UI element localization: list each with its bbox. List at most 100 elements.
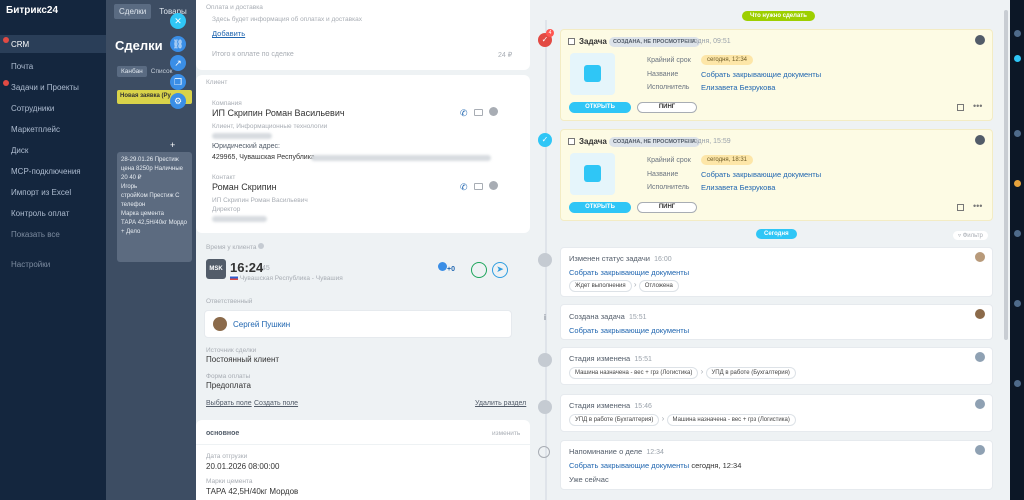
deadline-value[interactable]: сегодня, 12:34 — [701, 55, 754, 65]
app-icon[interactable] — [1014, 300, 1021, 307]
sidebar-item-payments-control[interactable]: Контроль оплат — [0, 204, 106, 222]
select-field-link[interactable]: Выбрать поле — [206, 400, 252, 407]
sidebar-item-show-all[interactable]: Показать все — [0, 225, 106, 243]
sidebar-item-label: Маркетплейс — [11, 125, 61, 134]
timeline-event: Стадия изменена 15:51 Машина назначена -… — [560, 347, 993, 385]
user-icon[interactable] — [975, 35, 985, 45]
sidebar-item-mcp[interactable]: МСР-подключения — [0, 162, 106, 180]
filter-button[interactable]: ▿ Фильтр — [953, 231, 988, 240]
event-link[interactable]: Собрать закрывающие документы — [569, 268, 689, 277]
sidebar-item-mail[interactable]: Почта — [0, 57, 106, 75]
responsible-name[interactable]: Сергей Пушкин — [233, 320, 290, 329]
sidebar-item-disk[interactable]: Диск — [0, 141, 106, 159]
sidebar-item-label: Задачи и Проекты — [11, 83, 79, 92]
mail-icon[interactable] — [473, 183, 483, 190]
close-icon[interactable]: ✕ — [170, 13, 186, 29]
client-time-label: Время у клиента — [206, 243, 265, 251]
contact-company: ИП Скрипин Роман Васильевич — [212, 197, 308, 204]
more-icon[interactable]: ••• — [973, 101, 982, 111]
event-title: Стадия изменена 15:51 — [569, 354, 652, 363]
sidebar-item-label: МСР-подключения — [11, 167, 81, 176]
app-icon[interactable] — [1014, 55, 1021, 62]
deadline-value[interactable]: сегодня, 18:31 — [701, 155, 754, 165]
sidebar-item-crm[interactable]: CRM — [0, 35, 106, 53]
today-pill: Сегодня — [756, 229, 797, 239]
client-region: Чувашская Республика - Чувашия — [230, 275, 343, 282]
card-line: телефон — [121, 202, 146, 208]
event-link[interactable]: Собрать закрывающие документы — [569, 326, 689, 335]
sidebar-item-employees[interactable]: Сотрудники — [0, 99, 106, 117]
arrow-icon: › — [633, 280, 637, 289]
payment-note: Здесь будет информация об оплатах и дост… — [212, 16, 362, 23]
user-icon[interactable] — [975, 135, 985, 145]
tab-deals[interactable]: Сделки — [114, 4, 152, 19]
sidebar-item-label: Сотрудники — [11, 104, 55, 113]
mail-icon[interactable] — [473, 109, 483, 116]
sidebar-item-settings[interactable]: Настройки — [0, 255, 106, 273]
more-icon[interactable]: ••• — [973, 201, 982, 211]
chat-icon[interactable] — [488, 107, 498, 116]
event-title: Изменен статус задачи 16:00 — [569, 254, 672, 263]
copy-icon[interactable]: ❐ — [170, 74, 186, 90]
app-icon[interactable] — [1014, 180, 1021, 187]
note-icon[interactable] — [957, 104, 964, 111]
edit-link[interactable]: изменить — [492, 430, 520, 437]
page-title: Сделки — [115, 38, 163, 53]
add-icon[interactable]: + — [170, 140, 175, 150]
event-link[interactable]: Собрать закрывающие документы — [569, 461, 689, 470]
scrollbar[interactable] — [1004, 10, 1008, 340]
chat-icon[interactable] — [488, 181, 498, 190]
task-name-link[interactable]: Собрать закрывающие документы — [701, 170, 821, 179]
settings-icon[interactable]: ⚙ — [170, 93, 186, 109]
app-icon[interactable] — [1014, 380, 1021, 387]
note-icon[interactable] — [957, 204, 964, 211]
name-label: Название — [647, 71, 679, 78]
event-link-row: Собрать закрывающие документы сегодня, 1… — [569, 461, 741, 470]
card-line: цена 8250р Наличные — [121, 166, 183, 172]
logo[interactable]: Битрикс24 — [6, 5, 58, 16]
timeline-event: Создана задача 15:51 Собрать закрывающие… — [560, 304, 993, 340]
channels-count: +0 — [447, 266, 455, 273]
status-change: Ждет выполнения › Отложена — [569, 280, 679, 292]
open-new-window-icon[interactable]: ↗ — [170, 55, 186, 71]
open-button[interactable]: ОТКРЫТЬ — [569, 102, 631, 113]
task-checkbox[interactable] — [568, 38, 575, 45]
company-name[interactable]: ИП Скрипин Роман Васильевич — [212, 108, 345, 118]
sidebar-item-tasks[interactable]: Задачи и Проекты — [0, 78, 106, 96]
chat-icon — [538, 353, 552, 367]
task-checkbox[interactable] — [568, 138, 575, 145]
channels[interactable]: +0 — [438, 262, 455, 273]
create-field-link[interactable]: Создать поле — [254, 400, 298, 407]
sidebar-item-label: CRM — [11, 40, 30, 49]
responsible-box[interactable]: Сергей Пушкин — [204, 310, 512, 338]
add-payment-link[interactable]: Добавить — [212, 29, 245, 38]
sidebar-item-marketplace[interactable]: Маркетплейс — [0, 120, 106, 138]
app-icon[interactable] — [1014, 130, 1021, 137]
timeline-column: Что нужно сделать ✓ 4 Задача СОЗДАНА, НЕ… — [530, 0, 1010, 500]
telegram-icon[interactable]: ➤ — [492, 262, 508, 278]
app-icon[interactable] — [1014, 230, 1021, 237]
ping-button[interactable]: ПИНГ — [637, 202, 697, 213]
ping-button[interactable]: ПИНГ — [637, 102, 697, 113]
open-button[interactable]: ОТКРЫТЬ — [569, 202, 631, 213]
phone-icon[interactable]: ✆ — [460, 182, 468, 192]
section-title: Клиент — [206, 79, 228, 86]
task-illustration-icon — [584, 65, 601, 82]
info-icon[interactable] — [258, 243, 265, 249]
executor-name[interactable]: Елизавета Безрукова — [701, 83, 775, 92]
tab-kanban[interactable]: Канбан — [117, 66, 147, 77]
kanban-card[interactable]: 28-29.01.26 Престиж цена 8250р Наличные … — [117, 152, 192, 262]
contact-name[interactable]: Роман Скрипин — [212, 182, 277, 192]
task-name-link[interactable]: Собрать закрывающие документы — [701, 70, 821, 79]
whatsapp-icon[interactable] — [471, 262, 487, 278]
app-icon[interactable] — [1014, 30, 1021, 37]
executor-name[interactable]: Елизавета Безрукова — [701, 183, 775, 192]
address-value: 429965, Чувашская Республика — [212, 154, 315, 161]
task-icon: ✓ — [538, 133, 552, 147]
link-icon[interactable]: ⛓ — [170, 36, 186, 52]
sidebar-item-label: Диск — [11, 146, 29, 155]
sidebar-item-excel-import[interactable]: Импорт из Excel — [0, 183, 106, 201]
phone-icon[interactable]: ✆ — [460, 108, 468, 118]
stage-from: УПД в работе (Бухгалтерия) — [569, 414, 660, 426]
delete-section-link[interactable]: Удалить раздел — [475, 400, 526, 407]
